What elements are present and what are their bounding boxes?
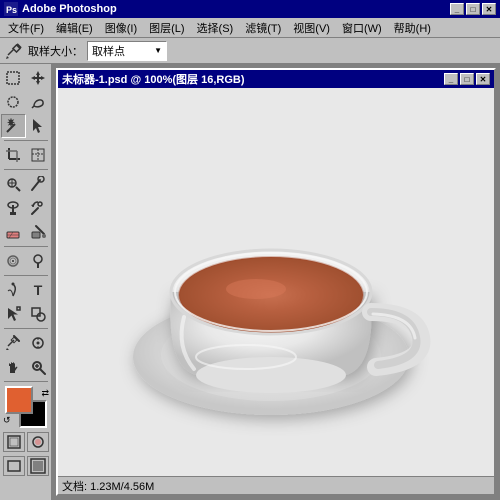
close-button[interactable]: ✕ bbox=[482, 3, 496, 15]
tool-divider-4 bbox=[4, 275, 48, 276]
menu-select[interactable]: 选择(S) bbox=[191, 18, 240, 38]
maximize-button[interactable]: □ bbox=[466, 3, 480, 15]
reset-colors-icon[interactable]: ↺ bbox=[3, 415, 11, 426]
minimize-button[interactable]: _ bbox=[450, 3, 464, 15]
doc-maximize-button[interactable]: □ bbox=[460, 73, 474, 85]
crop-lasso-tool[interactable] bbox=[26, 90, 51, 114]
app-icon: Ps bbox=[4, 2, 18, 16]
menu-bar: 文件(F) 编辑(E) 图像(I) 图层(L) 选择(S) 滤镜(T) 视图(V… bbox=[0, 18, 500, 38]
sample-size-dropdown[interactable]: 取样点 ▼ bbox=[87, 41, 167, 61]
tool-divider-3 bbox=[4, 246, 48, 247]
cup-image bbox=[116, 117, 436, 447]
swap-colors-icon[interactable]: ⇄ bbox=[41, 388, 49, 399]
doc-canvas[interactable] bbox=[58, 88, 494, 476]
sample-size-label: 取样大小： bbox=[28, 43, 83, 59]
doc-minimize-button[interactable]: _ bbox=[444, 73, 458, 85]
eyedropper-tool-icon bbox=[4, 41, 24, 61]
color-selector: ↺ ⇄ bbox=[1, 386, 51, 428]
move-tool[interactable] bbox=[26, 66, 51, 90]
main-area: T bbox=[0, 64, 500, 500]
brush-tool[interactable] bbox=[26, 172, 51, 196]
type-tool[interactable]: T bbox=[26, 278, 51, 302]
blur-tool[interactable] bbox=[1, 249, 26, 273]
slice-tool[interactable] bbox=[26, 143, 51, 167]
history-brush-tool[interactable] bbox=[26, 196, 51, 220]
doc-close-button[interactable]: ✕ bbox=[476, 73, 490, 85]
title-bar-buttons: _ □ ✕ bbox=[450, 3, 496, 15]
doc-title-bar: 未标器-1.psd @ 100%(图层 16,RGB) _ □ ✕ bbox=[58, 70, 494, 88]
quick-mask-mode-button[interactable] bbox=[27, 432, 49, 452]
marquee-tool[interactable] bbox=[1, 66, 26, 90]
zoom-tool[interactable] bbox=[26, 355, 51, 379]
magic-wand-tool[interactable] bbox=[1, 114, 26, 138]
tool-divider-6 bbox=[4, 381, 48, 382]
quick-mask-buttons bbox=[3, 432, 49, 452]
menu-window[interactable]: 窗口(W) bbox=[336, 18, 388, 38]
crop-tool[interactable] bbox=[1, 143, 26, 167]
tool-divider-1 bbox=[4, 140, 48, 141]
normal-mode-button[interactable] bbox=[3, 432, 25, 452]
paint-bucket-tool[interactable] bbox=[26, 220, 51, 244]
standard-screen-button[interactable] bbox=[3, 456, 25, 476]
clone-stamp-tool[interactable] bbox=[1, 196, 26, 220]
foreground-color-box[interactable] bbox=[5, 386, 33, 414]
shape-tool[interactable] bbox=[26, 302, 51, 326]
doc-title: 未标器-1.psd @ 100%(图层 16,RGB) bbox=[62, 71, 444, 87]
measure-tool[interactable] bbox=[26, 331, 51, 355]
menu-layer[interactable]: 图层(L) bbox=[143, 18, 190, 38]
selection-tool[interactable] bbox=[26, 114, 51, 138]
document-window: 未标器-1.psd @ 100%(图层 16,RGB) _ □ ✕ bbox=[56, 68, 496, 496]
lasso-tool[interactable] bbox=[1, 90, 26, 114]
app-title-bar: Ps Adobe Photoshop _ □ ✕ bbox=[0, 0, 500, 18]
canvas-area: 未标器-1.psd @ 100%(图层 16,RGB) _ □ ✕ bbox=[52, 64, 500, 500]
doc-status-text: 文档: 1.23M/4.56M bbox=[62, 478, 154, 494]
eyedropper-tool-btn[interactable] bbox=[1, 331, 26, 355]
menu-file[interactable]: 文件(F) bbox=[2, 18, 50, 38]
menu-filter[interactable]: 滤镜(T) bbox=[239, 18, 287, 38]
svg-text:Ps: Ps bbox=[6, 5, 17, 15]
path-selection-tool[interactable] bbox=[1, 302, 26, 326]
full-screen-button[interactable] bbox=[27, 456, 49, 476]
eraser-tool[interactable] bbox=[1, 220, 26, 244]
screen-mode-buttons bbox=[3, 456, 49, 476]
options-bar: 取样大小： 取样点 ▼ bbox=[0, 38, 500, 64]
healing-brush-tool[interactable] bbox=[1, 172, 26, 196]
app-title: Adobe Photoshop bbox=[22, 3, 450, 15]
dodge-tool[interactable] bbox=[26, 249, 51, 273]
tool-divider-5 bbox=[4, 328, 48, 329]
pen-tool[interactable] bbox=[1, 278, 26, 302]
menu-view[interactable]: 视图(V) bbox=[287, 18, 336, 38]
menu-edit[interactable]: 编辑(E) bbox=[50, 18, 99, 38]
doc-status-bar: 文档: 1.23M/4.56M bbox=[58, 476, 494, 494]
hand-tool[interactable] bbox=[1, 355, 26, 379]
tool-divider-2 bbox=[4, 169, 48, 170]
toolbar: T bbox=[0, 64, 52, 500]
doc-title-buttons: _ □ ✕ bbox=[444, 73, 490, 85]
menu-help[interactable]: 帮助(H) bbox=[388, 18, 437, 38]
menu-image[interactable]: 图像(I) bbox=[99, 18, 143, 38]
